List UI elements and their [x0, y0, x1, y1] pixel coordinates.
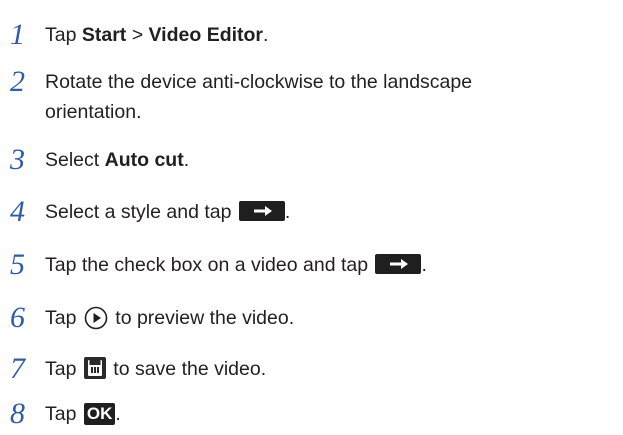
step-text: Tap Start > Video Editor. [45, 20, 620, 50]
step-text: Tap to save the video. [45, 354, 620, 384]
step-text-part: . [421, 254, 427, 276]
step-text-part: to preview the video. [109, 307, 295, 329]
step-text-part: Tap [45, 307, 82, 329]
arrow-right-icon [238, 201, 285, 221]
step-text-part: Select a style and tap [45, 201, 237, 223]
step-text-line: Rotate the device anti-clockwise to the … [45, 71, 473, 93]
step-number: 6 [10, 301, 25, 334]
step-number: 4 [10, 195, 25, 228]
step-text-part: . [183, 149, 190, 171]
step-text-part: Tap [45, 358, 82, 380]
step-text: Tap to preview the video. [45, 303, 620, 333]
menu-label-start: Start [81, 24, 127, 46]
ok-button-icon: OK [83, 403, 116, 425]
step-text-part: Tap [45, 24, 82, 46]
step-text-part: > [126, 24, 149, 46]
step-text: Rotate the device anti-clockwise to the … [45, 67, 620, 127]
step-text: Select a style and tap . [45, 197, 620, 227]
step-number: 3 [10, 143, 25, 176]
step-number: 8 [10, 397, 25, 430]
play-icon [84, 306, 108, 330]
option-label-auto-cut: Auto cut [104, 149, 184, 171]
step-text: Tap OK. [45, 399, 620, 429]
step-text-line: orientation. [45, 101, 142, 123]
step-number: 1 [10, 18, 25, 51]
step-text-part: . [284, 201, 291, 223]
save-icon [83, 357, 106, 379]
step-text-part: Tap [45, 403, 82, 425]
menu-label-video-editor: Video Editor [148, 24, 264, 46]
step-text: Select Auto cut. [45, 145, 620, 175]
step-text-part: . [115, 403, 121, 425]
step-number: 5 [10, 248, 25, 281]
step-text-part: . [263, 24, 269, 46]
step-text: Tap the check box on a video and tap . [45, 250, 620, 280]
step-text-part: to save the video. [107, 358, 267, 380]
step-text-part: Select [45, 149, 105, 171]
step-number: 2 [10, 65, 25, 98]
step-text-part: Tap the check box on a video and tap [45, 254, 374, 276]
step-number: 7 [10, 352, 25, 385]
arrow-right-icon [375, 254, 422, 274]
